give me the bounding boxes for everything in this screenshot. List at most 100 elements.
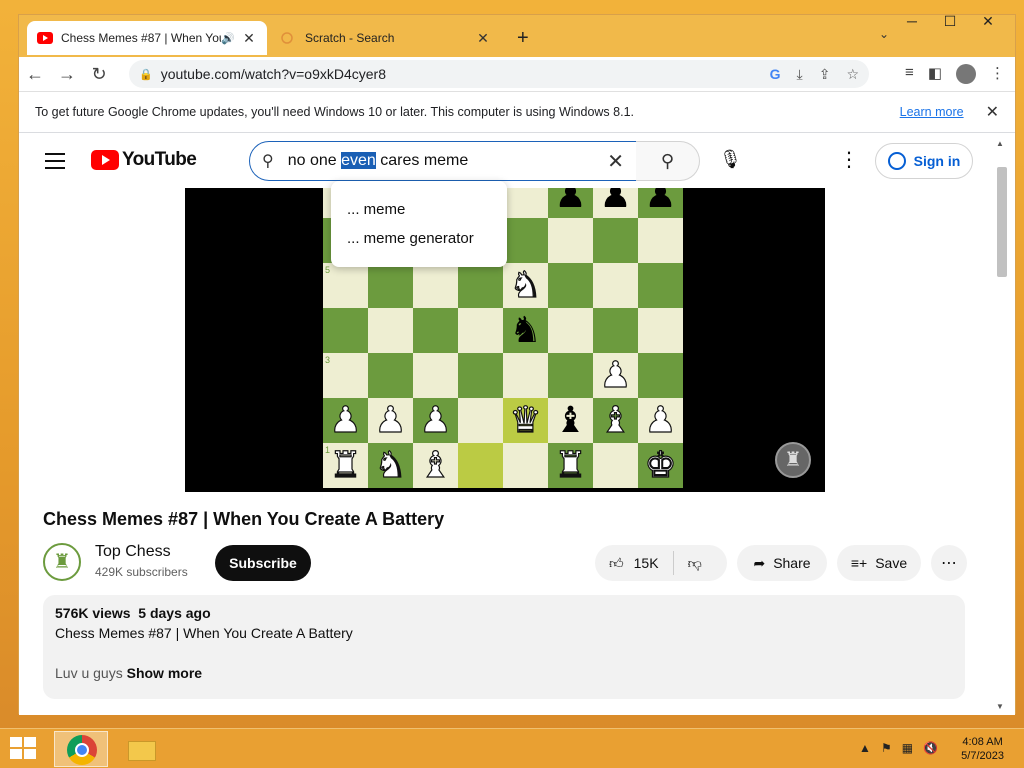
network-icon[interactable]: ▦ [902,741,913,755]
forward-icon[interactable]: → [51,64,83,85]
description-box[interactable]: 576K views 5 days ago Chess Memes #87 | … [43,595,965,699]
share-button[interactable]: ➦ Share [737,545,827,581]
update-infobar: To get future Google Chrome updates, you… [19,91,1015,133]
search-button[interactable]: ⚲ [636,141,700,181]
sign-in-button[interactable]: Sign in [875,143,973,179]
infobar-message: To get future Google Chrome updates, you… [35,105,634,119]
chess-piece-a2: ♟ [329,399,362,441]
square-b5 [368,263,413,308]
settings-menu-icon[interactable]: ⋮ [839,147,859,172]
share-page-icon[interactable]: ⇪ [819,66,831,83]
channel-name[interactable]: Top Chess [95,543,171,561]
profile-avatar-icon[interactable] [956,64,976,84]
more-actions-button[interactable]: ⋯ [931,545,967,581]
square-g5 [593,263,638,308]
youtube-page: YouTube ⚲ no one even cares meme ✕ ⚲ 🎙 ⋮… [19,133,991,715]
tab-title: Chess Memes #87 | When You Create A Batt… [61,31,221,45]
sign-in-label: Sign in [913,153,961,169]
side-panel-icon[interactable]: ◧ [928,64,942,84]
description-line: Chess Memes #87 | When You Create A Batt… [55,625,353,641]
chess-piece-e5: ♞ [509,264,542,306]
page-scrollbar[interactable]: ▲ ▼ [989,133,1015,715]
close-infobar-icon[interactable]: ✕ [986,102,999,122]
more-icon: ⋯ [941,555,957,572]
chrome-icon [67,735,97,765]
microphone-icon[interactable]: 🎙 [719,149,742,170]
volume-muted-icon[interactable]: 🔇 [923,741,938,755]
square-f3 [548,353,593,398]
chess-piece-e4: ♞ [509,310,542,351]
subscribe-button[interactable]: Subscribe [215,545,311,581]
square-d3 [458,353,503,398]
square-d5 [458,263,503,308]
youtube-logo[interactable]: YouTube [91,149,197,171]
menu-icon[interactable] [45,153,65,169]
description-snippet: Luv u guys Show more [55,665,953,681]
bookmark-star-icon[interactable]: ☆ [846,66,859,83]
tab-scratch[interactable]: Scratch - Search ✕ [271,21,501,55]
youtube-favicon-icon [37,32,53,44]
system-clock[interactable]: 4:08 AM 5/7/2023 [961,735,1004,763]
square-d2 [458,398,503,443]
search-input[interactable]: ⚲ no one even cares meme ✕ [249,141,637,181]
tray-expand-icon[interactable]: ▲ [859,741,871,755]
tab-strip: Chess Memes #87 | When You Create A Batt… [19,15,1015,57]
search-suggestions: ... meme ... meme generator [331,181,507,267]
scratch-favicon-icon [281,32,297,44]
system-tray: ▲ ⚑ ▦ 🔇 [859,741,938,755]
chess-piece-b1: ♞ [374,444,407,486]
like-dislike-group: 👍︎ 15K 👎︎ [595,545,727,581]
channel-watermark-icon[interactable]: ♜ [775,442,811,478]
close-tab-icon[interactable]: ✕ [475,30,491,47]
square-h5 [638,263,683,308]
back-icon[interactable]: ← [19,64,51,85]
tab-youtube[interactable]: Chess Memes #87 | When You Create A Batt… [27,21,267,55]
chess-piece-a1: ♜ [329,444,362,486]
rank-label: 6 [325,220,331,230]
taskbar-file-explorer[interactable] [124,735,160,763]
chess-piece-f7: ♟ [554,188,587,216]
square-b4 [368,308,413,353]
taskbar-chrome[interactable] [54,731,108,767]
query-before: no one [287,152,342,169]
save-button[interactable]: ≡+ Save [837,545,921,581]
learn-more-link[interactable]: Learn more [900,105,964,119]
show-more-link[interactable]: Show more [127,665,202,681]
channel-avatar[interactable]: ♜ [43,543,81,581]
dislike-button[interactable]: 👎︎ [674,555,716,572]
suggestion-item[interactable]: ... meme [331,195,507,224]
chess-piece-g3: ♟ [599,354,632,396]
start-button[interactable] [10,737,38,761]
search-query[interactable]: no one even cares meme [288,152,608,170]
chrome-menu-icon[interactable]: ⋮ [990,64,1005,84]
lock-icon[interactable]: 🔒 [139,68,153,81]
tab-search-icon[interactable]: ⌄ [879,27,889,41]
square-d1 [458,443,503,488]
clear-search-icon[interactable]: ✕ [607,149,624,174]
close-tab-icon[interactable]: ✕ [241,30,257,47]
address-bar[interactable]: 🔒 youtube.com/watch?v=o9xkD4cyer8 G ⤓ ⇪ … [129,60,869,88]
scroll-thumb[interactable] [997,167,1007,277]
rank-label: 4 [325,310,331,320]
google-icon[interactable]: G [770,66,781,83]
youtube-logo-text: YouTube [122,149,197,170]
url-text[interactable]: youtube.com/watch?v=o9xkD4cyer8 [161,66,770,82]
share-label: Share [773,555,811,571]
reload-icon[interactable]: ↻ [83,64,115,85]
scroll-up-icon[interactable]: ▲ [996,139,1004,148]
chrome-window: ─ ☐ ✕ Chess Memes #87 | When You Create … [18,13,1016,715]
chess-piece-f1: ♜ [554,444,587,486]
new-tab-button[interactable]: + [517,27,529,50]
media-controls-icon[interactable]: ≡ [905,64,914,84]
install-icon[interactable]: ⤓ [797,66,803,83]
square-g4 [593,308,638,353]
action-center-icon[interactable]: ⚑ [881,741,892,755]
chess-piece-h1: ♚ [644,444,677,486]
suggestion-item[interactable]: ... meme generator [331,224,507,253]
view-stats: 576K views 5 days ago [55,605,953,621]
like-button[interactable]: 👍︎ 15K [595,551,674,575]
square-g6 [593,218,638,263]
speaker-icon[interactable]: 🔊 [221,32,235,45]
square-h6 [638,218,683,263]
scroll-down-icon[interactable]: ▼ [996,702,1004,711]
